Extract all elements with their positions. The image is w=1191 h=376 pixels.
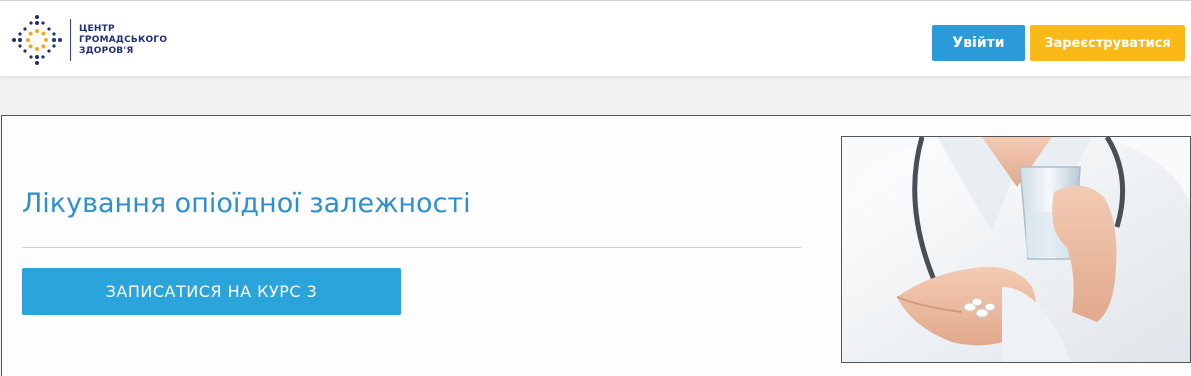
dotted-cross-logo-icon [12, 15, 62, 65]
register-button[interactable]: Зареєструватися [1030, 25, 1185, 61]
login-button[interactable]: Увійти [932, 25, 1025, 61]
enroll-course-button[interactable]: ЗАПИСАТИСЯ НА КУРС 3 [22, 268, 401, 315]
site-logo[interactable]: ЦЕНТР ГРОМАДСЬКОГО ЗДОРОВ'Я [10, 13, 167, 67]
course-card: Лікування опіоїдної залежності ЗАПИСАТИС… [1, 115, 1191, 376]
logo-line-1: ЦЕНТР [79, 23, 115, 34]
logo-line-2: ГРОМАДСЬКОГО [79, 34, 168, 45]
logo-divider [70, 19, 71, 61]
course-title: Лікування опіоїдної залежності [22, 188, 471, 219]
logo-text: ЦЕНТР ГРОМАДСЬКОГО ЗДОРОВ'Я [79, 24, 167, 57]
title-divider [22, 247, 801, 248]
top-navigation-bar: ЦЕНТР ГРОМАДСЬКОГО ЗДОРОВ'Я Увійти Зареє… [0, 0, 1191, 76]
doctor-holding-pills-and-glass-image [841, 136, 1191, 363]
logo-line-3: ЗДОРОВ'Я [79, 45, 134, 56]
